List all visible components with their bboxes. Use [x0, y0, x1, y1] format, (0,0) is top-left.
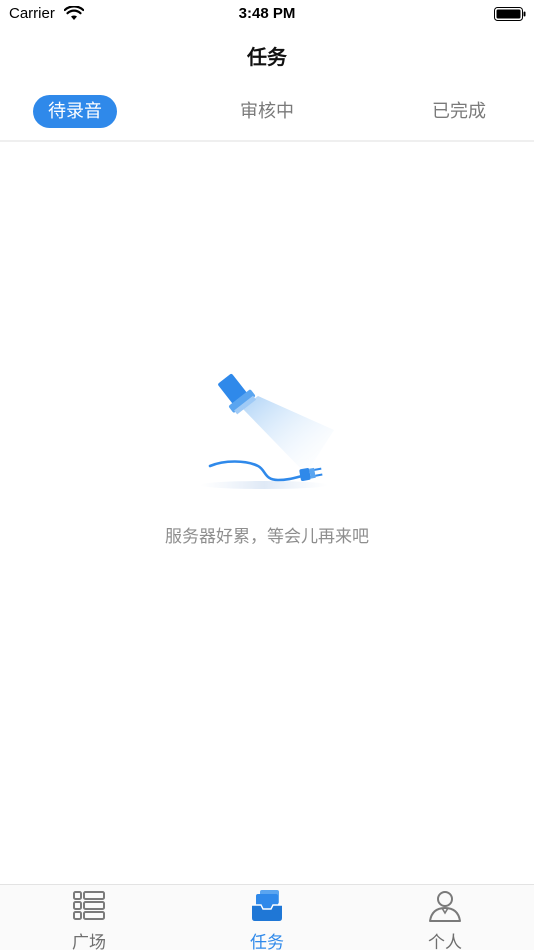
person-icon: [429, 891, 461, 922]
unplugged-flashlight-icon: [200, 373, 334, 489]
status-bar: Carrier 3:48 PM: [0, 0, 534, 28]
tabs-divider: [0, 140, 534, 142]
tab-pending-recording[interactable]: 待录音: [33, 95, 117, 128]
bottom-tab-bar: 广场 任务 个人: [0, 884, 534, 950]
task-stack-icon: [252, 890, 282, 921]
tab-under-review[interactable]: 审核中: [222, 95, 312, 128]
tabbar-label-plaza: 广场: [72, 933, 106, 950]
tabbar-label-profile: 个人: [428, 933, 462, 950]
status-time: 3:48 PM: [238, 5, 296, 22]
tabbar-item-tasks[interactable]: 任务: [207, 885, 327, 950]
battery-icon: [494, 7, 526, 21]
empty-state-message: 服务器好累，等会儿再来吧: [165, 527, 369, 547]
tabbar-item-plaza[interactable]: 广场: [29, 885, 149, 950]
tabbar-item-profile[interactable]: 个人: [385, 885, 505, 950]
tabbar-label-tasks: 任务: [250, 933, 284, 950]
task-tabs: 待录音 审核中 已完成: [0, 92, 534, 140]
list-icon: [73, 891, 105, 920]
page-title: 任务: [247, 45, 287, 69]
tab-completed[interactable]: 已完成: [414, 95, 504, 128]
